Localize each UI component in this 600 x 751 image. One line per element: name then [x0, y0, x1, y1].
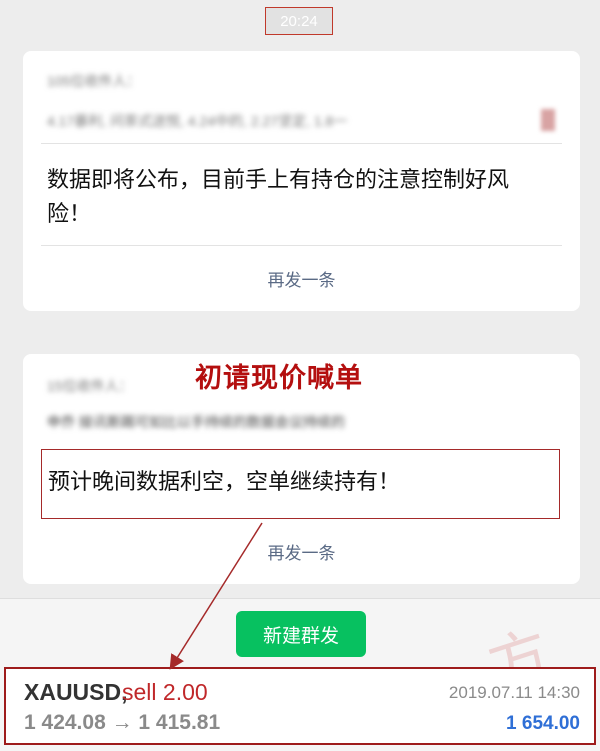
- divider: [41, 143, 562, 144]
- recipients-names: 申乔 接讯斯踢可如比以手持续的数据会议持续的: [47, 414, 345, 430]
- trade-prices: 1 424.08 → 1 415.81: [24, 711, 221, 734]
- new-broadcast-button[interactable]: 新建群发: [236, 611, 366, 657]
- avatar: [541, 109, 555, 131]
- trade-record-card: XAUUSD, sell 2.00 1 424.08 → 1 415.81 20…: [4, 667, 596, 745]
- timestamp: 20:24: [265, 7, 333, 35]
- resend-link[interactable]: 再发一条: [23, 539, 580, 564]
- headline-annotation: 初请现价喊单: [195, 363, 363, 394]
- divider: [41, 245, 562, 246]
- recipients-count: 105位收件人：: [47, 73, 141, 89]
- broadcast-card-1: 105位收件人： 4.17暴利, 问茶式送悦, 4.24中的, 2.27坚定, …: [23, 51, 580, 311]
- trade-side: sell 2.00: [122, 679, 208, 705]
- trade-datetime: 2019.07.11 14:30: [448, 683, 580, 702]
- recipients-count: 15位收件人：: [47, 378, 133, 394]
- recipients-names: 4.17暴利, 问茶式送悦, 4.24中的, 2.27坚定, 1.8一: [47, 113, 348, 129]
- message-text: 数据即将公布，目前手上有持仓的注意控制好风险！: [47, 168, 510, 227]
- resend-link[interactable]: 再发一条: [23, 266, 580, 291]
- trade-profit: 1 654.00: [506, 713, 580, 734]
- message-text: 预计晚间数据利空，空单继续持有！: [48, 470, 401, 495]
- message-highlight-box: 预计晚间数据利空，空单继续持有！: [41, 449, 560, 519]
- trade-symbol: XAUUSD,: [24, 679, 128, 705]
